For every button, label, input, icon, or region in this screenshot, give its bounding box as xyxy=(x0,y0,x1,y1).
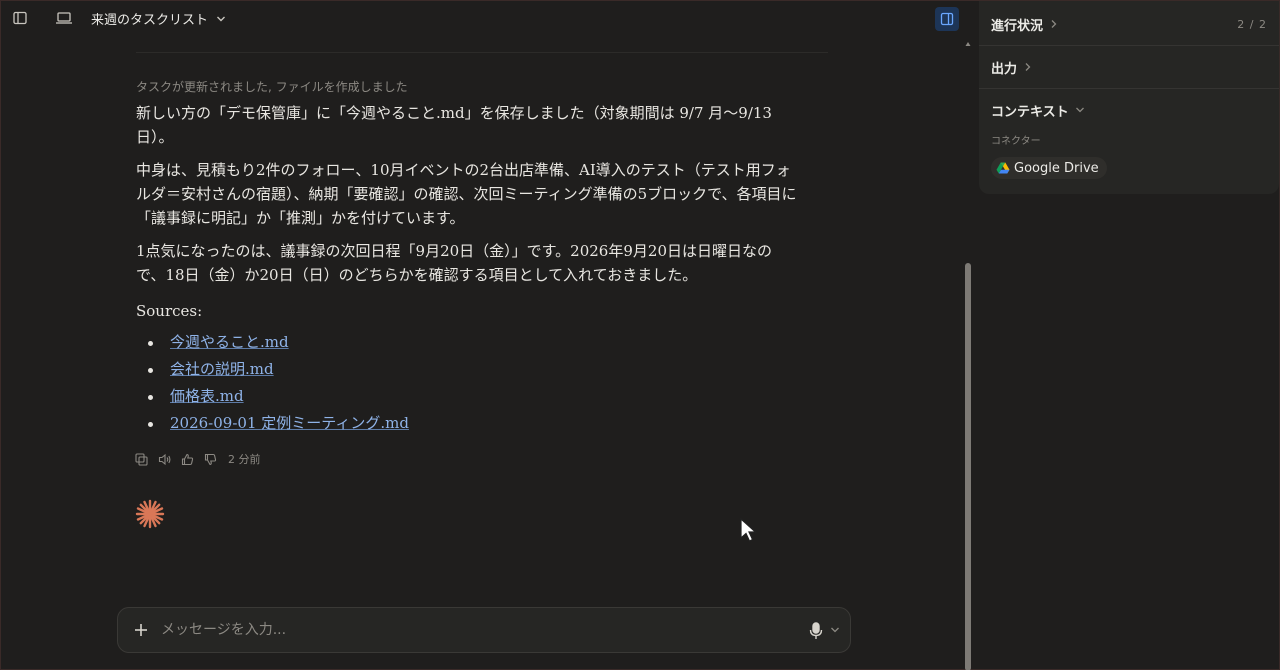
sources-label: Sources: xyxy=(136,302,203,320)
output-section-header[interactable]: 出力 xyxy=(979,56,1279,78)
conversation-title[interactable]: 来週のタスクリスト xyxy=(91,9,226,28)
google-drive-connector[interactable]: Google Drive xyxy=(991,157,1107,179)
chevron-down-icon xyxy=(217,16,226,21)
sidebar-toggle-icon[interactable] xyxy=(9,7,31,29)
copy-icon[interactable] xyxy=(134,452,149,467)
timestamp: 2 分前 xyxy=(228,453,261,466)
google-drive-icon xyxy=(996,162,1010,174)
assistant-message: タスクが更新されました, ファイルを作成しました 新しい方の「デモ保管庫」に「今… xyxy=(136,77,801,437)
laptop-icon[interactable] xyxy=(53,7,75,29)
connector-name: Google Drive xyxy=(1014,160,1099,176)
message-actions: 2 分前 xyxy=(134,451,261,467)
message-paragraph: 中身は、見積もり2件のフォロー、10月イベントの2台出店準備、AI導入のテスト（… xyxy=(136,161,797,227)
speaker-icon[interactable] xyxy=(157,452,172,467)
output-label: 出力 xyxy=(991,61,1018,77)
progress-section-header[interactable]: 進行状況 2 / 2 xyxy=(979,13,1279,35)
progress-label: 進行状況 xyxy=(991,18,1044,34)
context-label: コンテキスト xyxy=(991,104,1069,120)
task-side-panel: 進行状況 2 / 2 出力 コンテキスト コネクター Google Drive xyxy=(979,1,1279,194)
conversation-title-text: 来週のタスクリスト xyxy=(91,13,209,28)
message-paragraph: 1点気になったのは、議事録の次回日程「9月20日（金）」です。2026年9月20… xyxy=(136,242,772,284)
list-item: 価格表.md xyxy=(148,383,801,410)
divider xyxy=(979,88,1279,89)
source-link[interactable]: 価格表.md xyxy=(170,387,244,405)
chevron-down-icon xyxy=(1075,105,1085,115)
thumbs-up-icon[interactable] xyxy=(180,452,195,467)
source-link[interactable]: 2026-09-01 定例ミーティング.md xyxy=(170,414,409,432)
sources-list: 今週やること.md 会社の説明.md 価格表.md 2026-09-01 定例ミ… xyxy=(136,329,801,437)
divider xyxy=(979,45,1279,46)
source-link[interactable]: 今週やること.md xyxy=(170,333,289,351)
plus-icon[interactable] xyxy=(131,620,151,640)
divider xyxy=(136,52,828,53)
microphone-icon[interactable] xyxy=(807,621,825,641)
claude-spark-icon xyxy=(135,499,165,529)
list-item: 2026-09-01 定例ミーティング.md xyxy=(148,410,801,437)
chevron-down-icon[interactable] xyxy=(830,625,840,635)
message-input[interactable] xyxy=(159,621,783,639)
context-section-header[interactable]: コンテキスト xyxy=(979,99,1279,121)
panel-toggle-icon[interactable] xyxy=(935,7,959,31)
thumbs-down-icon[interactable] xyxy=(203,452,218,467)
source-link[interactable]: 会社の説明.md xyxy=(170,360,274,378)
scrollbar-thumb[interactable] xyxy=(965,263,971,670)
message-composer xyxy=(117,607,851,653)
list-item: 会社の説明.md xyxy=(148,356,801,383)
connector-label: コネクター xyxy=(991,136,1041,147)
message-paragraph: 新しい方の「デモ保管庫」に「今週やること.md」を保存しました（対象期間は 9/… xyxy=(136,104,772,146)
chevron-right-icon xyxy=(1023,62,1033,72)
chevron-right-icon xyxy=(1049,19,1059,29)
scroll-up-arrow-icon[interactable] xyxy=(965,41,971,47)
progress-count: 2 / 2 xyxy=(1237,17,1267,31)
list-item: 今週やること.md xyxy=(148,329,801,356)
app-window: 来週のタスクリスト タスクが更新されました, ファイルを作成しました 新しい方の… xyxy=(0,0,1280,670)
task-status-line[interactable]: タスクが更新されました, ファイルを作成しました xyxy=(136,77,801,97)
mouse-cursor-icon xyxy=(740,517,758,542)
top-bar: 来週のタスクリスト xyxy=(1,1,966,37)
